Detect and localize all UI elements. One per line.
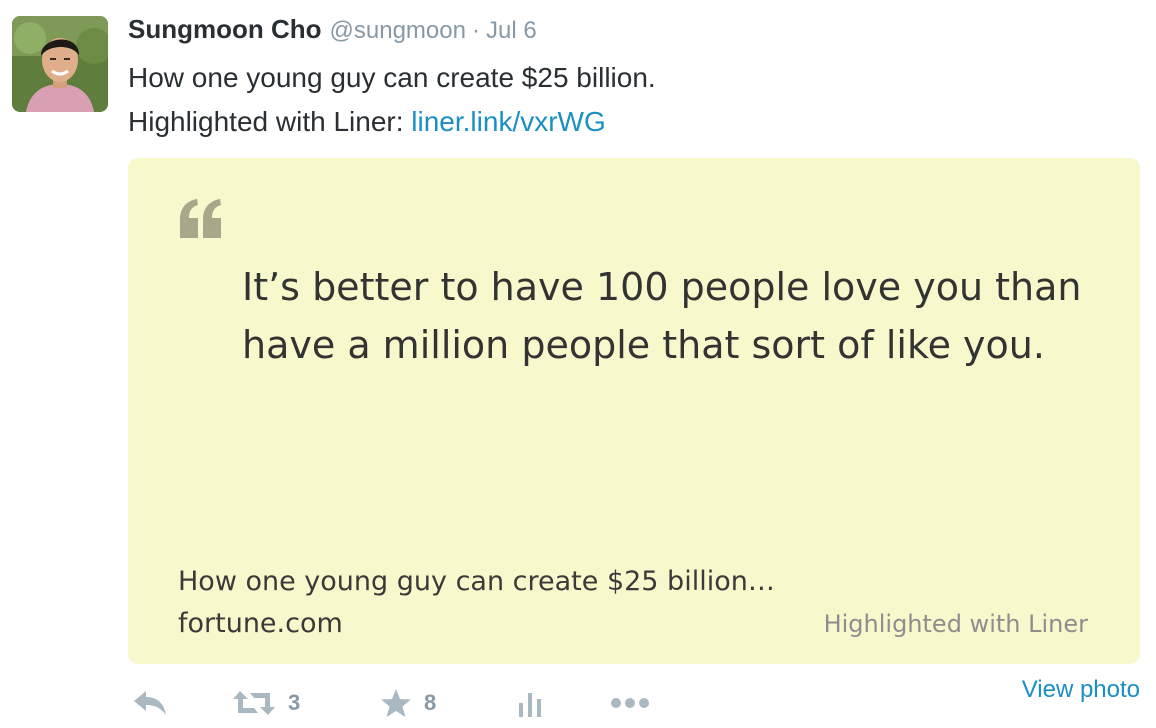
separator-dot: · bbox=[471, 17, 480, 44]
avatar-photo bbox=[12, 16, 108, 112]
tweet-text-line1: How one young guy can create $25 billion… bbox=[128, 62, 656, 93]
tweet-text-line2: Highlighted with Liner: liner.link/vxrWG bbox=[128, 100, 656, 144]
tweet-date[interactable]: Jul 6 bbox=[486, 17, 537, 45]
quote-text: It’s better to have 100 people love you … bbox=[242, 265, 1082, 367]
tweet-actions: 3 8 View photo bbox=[128, 678, 1140, 726]
favorite-button[interactable]: 8 bbox=[380, 680, 436, 726]
analytics-button[interactable] bbox=[516, 680, 544, 726]
retweet-icon bbox=[233, 691, 275, 715]
liner-watermark: Highlighted with Liner bbox=[823, 610, 1088, 638]
more-dots-icon bbox=[611, 698, 649, 708]
source-domain: fortune.com bbox=[178, 608, 343, 639]
retweet-count: 3 bbox=[288, 690, 301, 715]
photo-card[interactable]: It’s better to have 100 people love you … bbox=[128, 158, 1140, 664]
source-title: How one young guy can create $25 billion… bbox=[178, 566, 775, 597]
author-handle[interactable]: @sungmoon bbox=[330, 17, 466, 45]
quote-mark-icon bbox=[180, 199, 221, 238]
tweet-link[interactable]: liner.link/vxrWG bbox=[411, 106, 605, 137]
reply-icon bbox=[134, 691, 166, 715]
star-icon bbox=[381, 689, 411, 717]
more-button[interactable] bbox=[610, 680, 650, 726]
bar-chart-icon bbox=[519, 693, 541, 717]
favorite-count: 8 bbox=[424, 690, 437, 715]
author-name[interactable]: Sungmoon Cho bbox=[128, 14, 322, 45]
tweet-header: Sungmoon Cho @sungmoon · Jul 6 bbox=[128, 14, 537, 50]
avatar[interactable] bbox=[12, 16, 108, 112]
retweet-button[interactable]: 3 bbox=[232, 680, 300, 726]
reply-button[interactable] bbox=[132, 680, 168, 726]
view-photo-link[interactable]: View photo bbox=[1022, 678, 1140, 708]
tweet-text: How one young guy can create $25 billion… bbox=[128, 56, 656, 144]
tweet-text-prefix: Highlighted with Liner: bbox=[128, 106, 412, 137]
